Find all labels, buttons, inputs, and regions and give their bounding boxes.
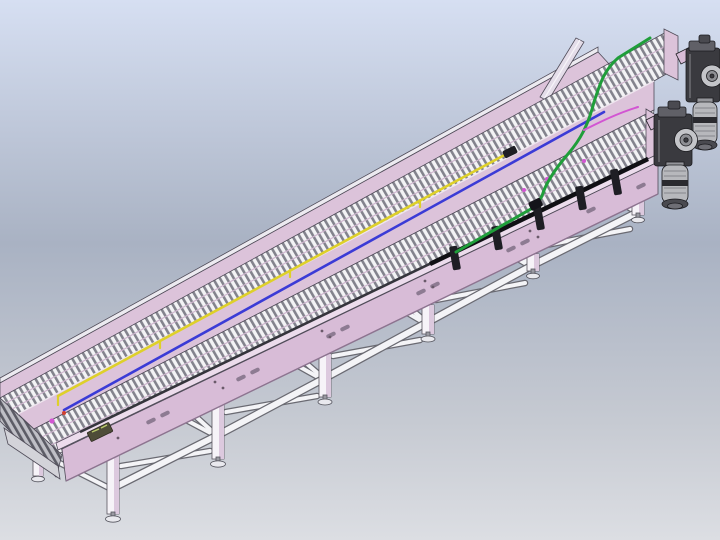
leveling-foot [421,336,435,342]
leveling-foot [106,516,121,522]
clip-magenta [522,188,526,192]
leveling-foot [211,461,226,467]
cad-viewport[interactable] [0,0,720,540]
leveling-foot [318,399,332,405]
leveling-foot [527,273,540,279]
leveling-foot [632,217,645,223]
conveyor-render [0,0,720,540]
leveling-foot [32,476,45,482]
clip-magenta [582,159,586,163]
nose-sensor-magenta [49,418,54,423]
nose-sensor-red [62,411,66,415]
